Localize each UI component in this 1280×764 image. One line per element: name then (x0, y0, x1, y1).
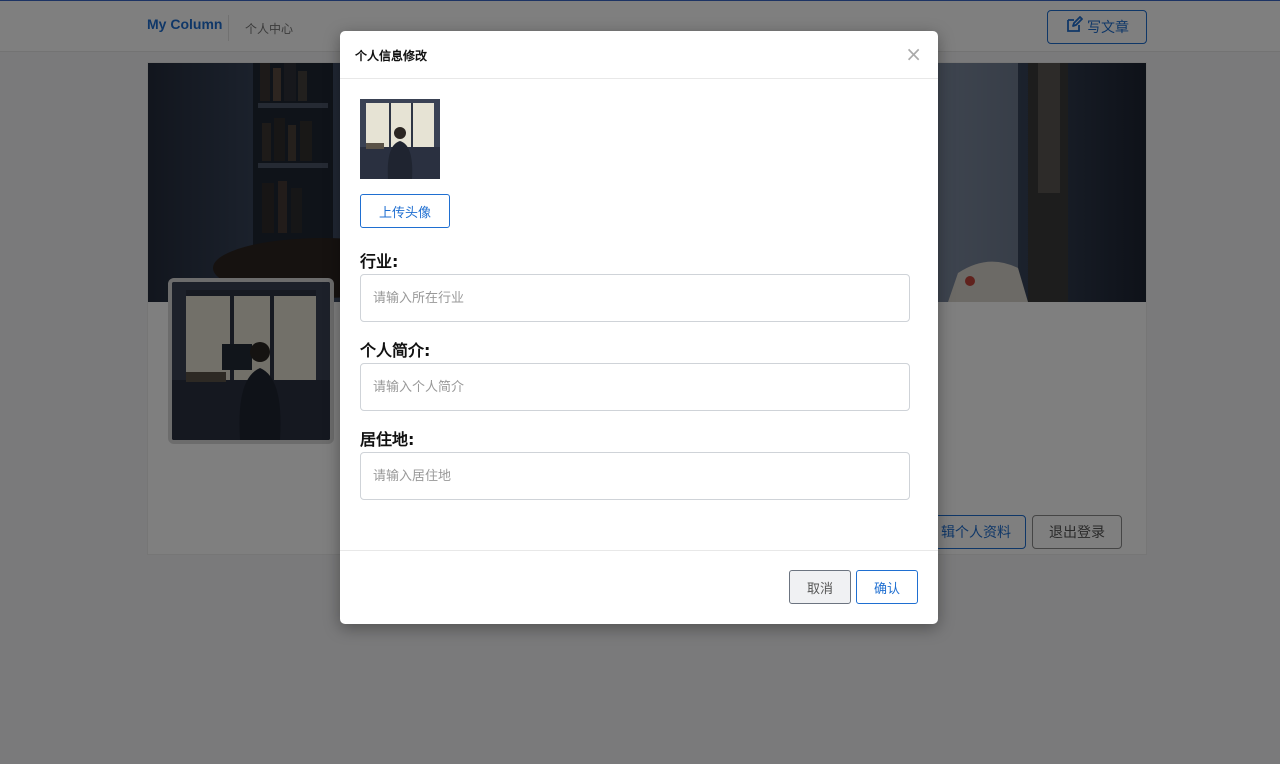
modal-footer-divider (340, 550, 938, 551)
residence-input[interactable] (360, 452, 910, 500)
cancel-button[interactable]: 取消 (789, 570, 851, 604)
industry-label: 行业: (360, 252, 399, 271)
bio-input[interactable] (360, 363, 910, 411)
confirm-button[interactable]: 确认 (856, 570, 918, 604)
bio-label: 个人简介: (360, 341, 431, 360)
avatar-preview (360, 99, 440, 179)
residence-label: 居住地: (360, 430, 415, 449)
industry-input[interactable] (360, 274, 910, 322)
close-icon[interactable]: × (905, 44, 922, 64)
edit-profile-modal: 个人信息修改 × 上传头像 行业: 个人简介: 居住地: 取消 确认 (340, 31, 938, 624)
upload-avatar-button[interactable]: 上传头像 (360, 194, 450, 228)
modal-header: 个人信息修改 × (340, 31, 938, 79)
modal-title: 个人信息修改 (355, 49, 428, 63)
